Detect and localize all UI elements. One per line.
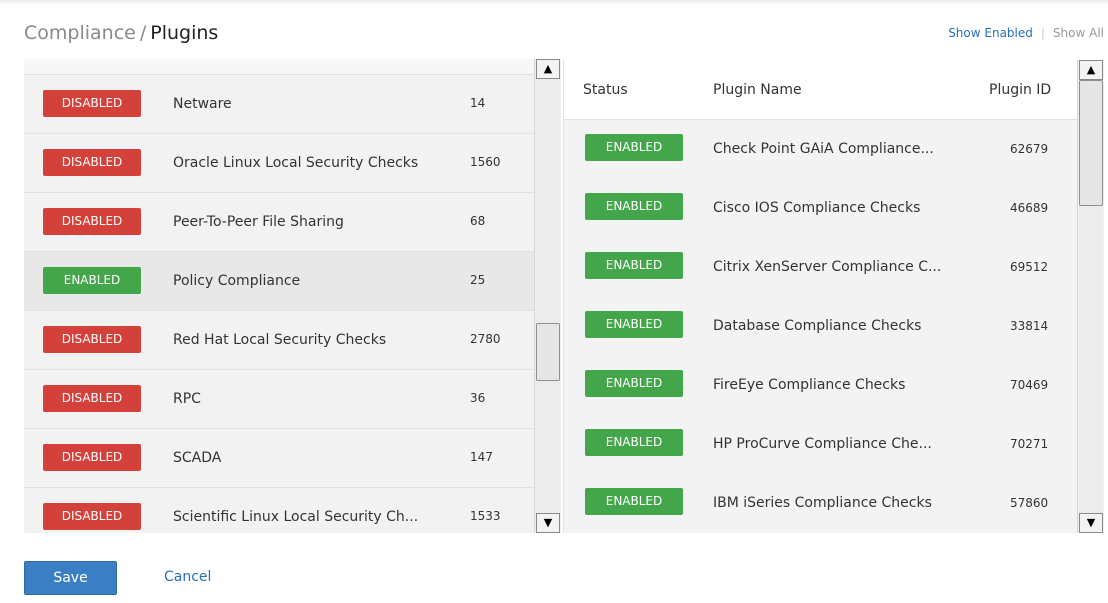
- status-badge[interactable]: DISABLED: [43, 208, 141, 235]
- family-name: Red Hat Local Security Checks: [173, 332, 387, 348]
- breadcrumb: Compliance / Plugins: [24, 22, 218, 44]
- plugin-id: 57860: [1010, 496, 1049, 510]
- plugin-id: 33814: [1010, 319, 1049, 333]
- plugin-name: HP ProCurve Compliance Che...: [713, 436, 932, 452]
- family-row[interactable]: DISABLED Red Hat Local Security Checks 2…: [24, 311, 534, 370]
- family-name: SCADA: [173, 450, 222, 466]
- plugin-id: 70271: [1010, 437, 1049, 451]
- status-badge[interactable]: DISABLED: [43, 90, 141, 117]
- family-row[interactable]: DISABLED RPC 36: [24, 370, 534, 429]
- plugin-name: IBM iSeries Compliance Checks: [713, 495, 932, 511]
- status-badge[interactable]: DISABLED: [43, 149, 141, 176]
- breadcrumb-separator: /: [139, 22, 147, 44]
- family-plugin-count: 2780: [470, 332, 501, 346]
- family-plugin-count: 68: [470, 214, 486, 228]
- save-button[interactable]: Save: [24, 561, 117, 595]
- family-row[interactable]: DISABLED SCADA 147: [24, 429, 534, 488]
- scrollbar-track[interactable]: [536, 79, 560, 513]
- status-badge[interactable]: DISABLED: [43, 503, 141, 530]
- table-row[interactable]: ENABLED Check Point GAiA Compliance... 6…: [564, 120, 1078, 180]
- table-header: Status Plugin Name Plugin ID: [564, 60, 1078, 120]
- arrow-down-icon[interactable]: ▼: [1079, 513, 1103, 533]
- family-name: RPC: [173, 391, 201, 407]
- plugin-family-list: DISABLED Netware 14 DISABLED Oracle Linu…: [24, 59, 534, 533]
- plugin-id: 46689: [1010, 201, 1049, 215]
- cancel-link[interactable]: Cancel: [164, 569, 211, 585]
- status-badge[interactable]: ENABLED: [585, 429, 683, 456]
- show-enabled-link[interactable]: Show Enabled: [948, 26, 1033, 40]
- family-plugin-count: 147: [470, 450, 493, 464]
- family-name: Netware: [173, 96, 232, 112]
- plugin-name: Database Compliance Checks: [713, 318, 922, 334]
- status-badge[interactable]: ENABLED: [585, 134, 683, 161]
- plugins-table-scrollbar[interactable]: ▲ ▼: [1077, 60, 1104, 533]
- table-row[interactable]: ENABLED Citrix XenServer Compliance C...…: [564, 238, 1078, 298]
- family-name: Oracle Linux Local Security Checks: [173, 155, 419, 171]
- plugin-name: Citrix XenServer Compliance C...: [713, 259, 942, 275]
- table-row[interactable]: ENABLED HP ProCurve Compliance Che... 70…: [564, 415, 1078, 475]
- family-row[interactable]: DISABLED Netware 14: [24, 75, 534, 134]
- plugin-id: 62679: [1010, 142, 1049, 156]
- family-row[interactable]: DISABLED Peer-To-Peer File Sharing 68: [24, 193, 534, 252]
- column-header-plugin-name[interactable]: Plugin Name: [713, 82, 802, 98]
- family-plugin-count: 1533: [470, 509, 501, 523]
- status-badge[interactable]: DISABLED: [43, 326, 141, 353]
- family-plugin-count: 14: [470, 96, 486, 110]
- arrow-up-icon[interactable]: ▲: [536, 59, 560, 79]
- family-list-scrollbar[interactable]: ▲ ▼: [534, 59, 561, 533]
- status-badge[interactable]: ENABLED: [585, 311, 683, 338]
- table-row[interactable]: ENABLED Database Compliance Checks 33814: [564, 297, 1078, 357]
- plugin-name: Cisco IOS Compliance Checks: [713, 200, 921, 216]
- status-badge[interactable]: ENABLED: [585, 370, 683, 397]
- arrow-up-icon[interactable]: ▲: [1079, 60, 1103, 80]
- family-name: Scientific Linux Local Security Ch...: [173, 509, 419, 525]
- column-header-plugin-id[interactable]: Plugin ID: [989, 82, 1051, 98]
- plugin-filter: Show Enabled | Show All: [948, 26, 1104, 40]
- plugin-name: Check Point GAiA Compliance...: [713, 141, 934, 157]
- plugin-id: 69512: [1010, 260, 1049, 274]
- scrollbar-thumb[interactable]: [1079, 80, 1103, 206]
- family-name: Peer-To-Peer File Sharing: [173, 214, 344, 230]
- status-badge[interactable]: ENABLED: [585, 193, 683, 220]
- family-plugin-count: 36: [470, 391, 486, 405]
- family-plugin-count: 25: [470, 273, 486, 287]
- breadcrumb-compliance[interactable]: Compliance: [24, 22, 136, 44]
- status-badge[interactable]: ENABLED: [585, 252, 683, 279]
- family-row[interactable]: DISABLED Oracle Linux Local Security Che…: [24, 134, 534, 193]
- show-all-link[interactable]: Show All: [1053, 26, 1104, 40]
- plugins-table: Status Plugin Name Plugin ID ENABLED Che…: [563, 60, 1078, 533]
- top-shadow: [0, 0, 1108, 6]
- status-badge[interactable]: ENABLED: [43, 267, 141, 294]
- table-row[interactable]: ENABLED Cisco IOS Compliance Checks 4668…: [564, 179, 1078, 239]
- column-header-status[interactable]: Status: [583, 82, 628, 98]
- filter-separator: |: [1040, 26, 1045, 40]
- plugin-id: 70469: [1010, 378, 1049, 392]
- family-row[interactable]: DISABLED Scientific Linux Local Security…: [24, 488, 534, 533]
- table-row[interactable]: ENABLED IBM iSeries Compliance Checks 57…: [564, 474, 1078, 533]
- previous-row-edge: [24, 59, 534, 75]
- plugin-name: FireEye Compliance Checks: [713, 377, 906, 393]
- status-badge[interactable]: DISABLED: [43, 385, 141, 412]
- status-badge[interactable]: DISABLED: [43, 444, 141, 471]
- family-plugin-count: 1560: [470, 155, 501, 169]
- family-name: Policy Compliance: [173, 273, 301, 289]
- scrollbar-thumb[interactable]: [536, 323, 560, 381]
- page-title: Plugins: [150, 22, 219, 44]
- table-row[interactable]: ENABLED FireEye Compliance Checks 70469: [564, 356, 1078, 416]
- arrow-down-icon[interactable]: ▼: [536, 513, 560, 533]
- family-row-selected[interactable]: ENABLED Policy Compliance 25: [24, 252, 534, 311]
- status-badge[interactable]: ENABLED: [585, 488, 683, 515]
